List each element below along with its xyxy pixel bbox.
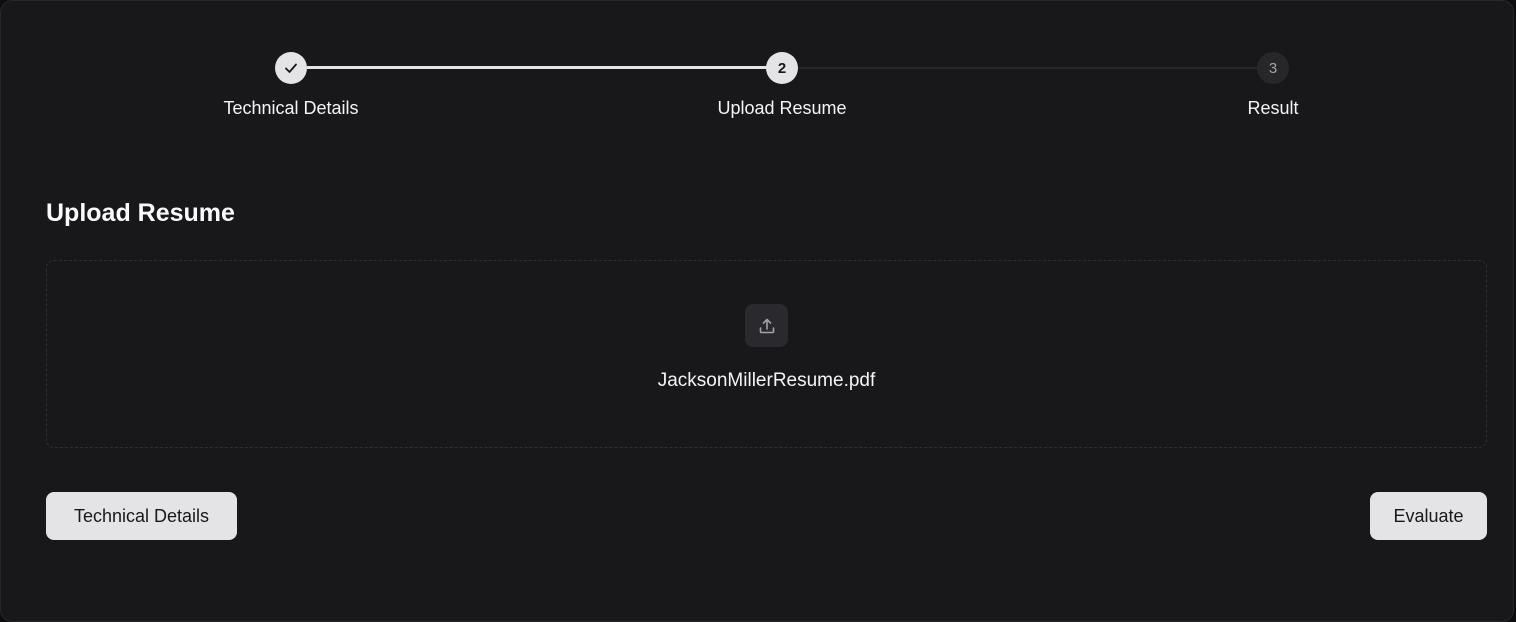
check-icon <box>285 63 297 73</box>
evaluate-button[interactable]: Evaluate <box>1370 492 1487 540</box>
back-to-technical-details-button[interactable]: Technical Details <box>46 492 237 540</box>
wizard-card: Technical Details 2 Upload Resume 3 Resu… <box>0 0 1514 622</box>
upload-icon <box>759 318 774 333</box>
step-upload-resume[interactable]: 2 Upload Resume <box>682 52 882 119</box>
upload-button[interactable] <box>745 304 788 347</box>
section-title: Upload Resume <box>46 199 235 227</box>
step-number: 2 <box>766 52 798 84</box>
step-number: 3 <box>1257 52 1289 84</box>
step-result[interactable]: 3 Result <box>1173 52 1373 119</box>
step-circle-complete <box>275 52 307 84</box>
step-label: Result <box>1247 98 1299 118</box>
step-label: Technical Details <box>223 98 359 118</box>
step-label: Upload Resume <box>717 98 847 118</box>
resume-dropzone[interactable]: JacksonMillerResume.pdf <box>46 260 1487 448</box>
stepper: Technical Details 2 Upload Resume 3 Resu… <box>1 1 1516 141</box>
uploaded-file-name: JacksonMillerResume.pdf <box>657 370 876 391</box>
step-technical-details[interactable]: Technical Details <box>191 52 391 119</box>
